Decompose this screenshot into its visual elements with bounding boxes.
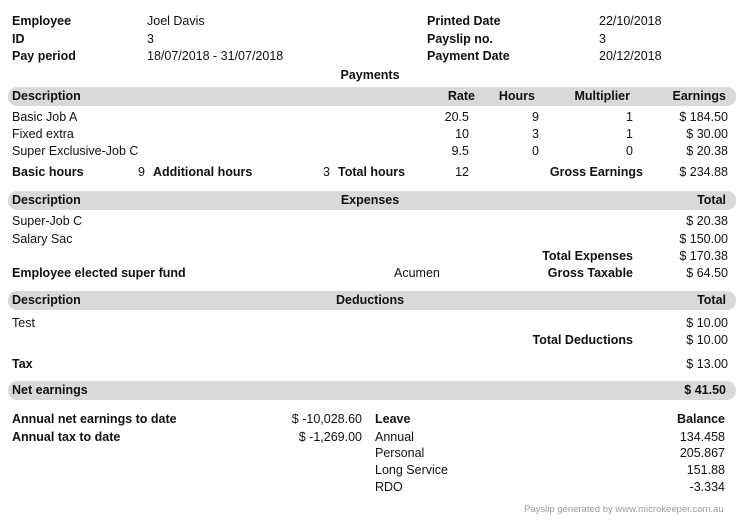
deductions-col-total: Total: [697, 293, 726, 307]
payment-multiplier: 0: [626, 144, 633, 158]
deduction-total: $ 10.00: [686, 316, 728, 330]
net-earnings-value: $ 41.50: [684, 383, 726, 397]
balance-label: Balance: [677, 412, 725, 426]
payslip-no-label: Payslip no.: [427, 32, 493, 46]
total-expenses-label: Total Expenses: [542, 249, 633, 263]
deduction-description: Test: [12, 316, 35, 330]
tax-label: Tax: [12, 357, 33, 371]
expense-description: Super-Job C: [12, 214, 83, 228]
total-deductions-label: Total Deductions: [532, 333, 633, 347]
deductions-col-description: Description: [12, 293, 81, 307]
total-hours-label: Total hours: [338, 165, 406, 179]
additional-hours-label: Additional hours: [153, 165, 253, 179]
printed-date-label: Printed Date: [427, 14, 501, 28]
payment-description: Super Exclusive-Job C: [12, 144, 139, 158]
employee-value: Joel Davis: [147, 14, 205, 28]
employee-label: Employee: [12, 14, 72, 28]
payment-multiplier: 1: [626, 110, 633, 124]
payment-rate: 9.5: [451, 144, 469, 158]
net-earnings-band: Net earnings $ 41.50: [8, 381, 736, 400]
leave-name: RDO: [375, 480, 403, 494]
tax-value: $ 13.00: [686, 357, 728, 371]
leave-name: Annual: [375, 430, 414, 444]
leave-balance: 134.458: [679, 430, 725, 444]
payment-rate: 10: [455, 127, 469, 141]
payments-title: Payments: [340, 68, 400, 82]
expenses-title: Expenses: [340, 193, 400, 207]
leave-name: Long Service: [375, 463, 448, 477]
payment-description: Fixed extra: [12, 127, 74, 141]
net-earnings-label: Net earnings: [12, 383, 88, 397]
payment-date-label: Payment Date: [427, 49, 510, 63]
payment-date-value: 20/12/2018: [599, 49, 662, 63]
payment-description: Basic Job A: [12, 110, 78, 124]
leave-name: Personal: [375, 446, 425, 460]
payments-col-description: Description: [12, 89, 81, 103]
deductions-header-band: Description Deductions Total: [8, 291, 736, 310]
annual-tax-value: $ -1,269.00: [298, 430, 362, 444]
total-deductions-value: $ 10.00: [686, 333, 728, 347]
leave-label: Leave: [375, 412, 411, 426]
payment-earnings: $ 20.38: [686, 144, 728, 158]
expenses-col-description: Description: [12, 193, 81, 207]
expense-description: Salary Sac: [12, 232, 73, 246]
gross-earnings-value: $ 234.88: [679, 165, 728, 179]
pay-period-value: 18/07/2018 - 31/07/2018: [147, 49, 284, 63]
pay-period-label: Pay period: [12, 49, 76, 63]
total-expenses-value: $ 170.38: [679, 249, 728, 263]
payslip-no-value: 3: [599, 32, 606, 46]
annual-net-earnings-value: $ -10,028.60: [291, 412, 362, 426]
super-fund-value: Acumen: [394, 266, 440, 280]
payments-header-band: Description Rate Hours Multiplier Earnin…: [8, 87, 736, 106]
annual-tax-label: Annual tax to date: [12, 430, 121, 444]
payment-earnings: $ 30.00: [686, 127, 728, 141]
payment-earnings: $ 184.50: [679, 110, 728, 124]
additional-hours-value: 3: [323, 165, 330, 179]
id-value: 3: [147, 32, 154, 46]
leave-balance: -3.334: [689, 480, 725, 494]
expenses-col-total: Total: [697, 193, 726, 207]
payments-col-multiplier: Multiplier: [574, 89, 630, 103]
expense-total: $ 150.00: [679, 232, 728, 246]
annual-net-earnings-label: Annual net earnings to date: [12, 412, 177, 426]
gross-taxable-label: Gross Taxable: [547, 266, 633, 280]
payments-col-rate: Rate: [447, 89, 475, 103]
expense-total: $ 20.38: [686, 214, 728, 228]
gross-taxable-value: $ 64.50: [686, 266, 728, 280]
basic-hours-label: Basic hours: [12, 165, 84, 179]
payments-col-hours: Hours: [498, 89, 535, 103]
super-fund-label: Employee elected super fund: [12, 266, 186, 280]
payment-rate: 20.5: [444, 110, 469, 124]
deductions-title: Deductions: [335, 293, 405, 307]
basic-hours-value: 9: [138, 165, 145, 179]
payments-col-earnings: Earnings: [672, 89, 727, 103]
gross-earnings-label: Gross Earnings: [549, 165, 643, 179]
payment-multiplier: 1: [626, 127, 633, 141]
payment-hours: 3: [532, 127, 539, 141]
leave-balance: 205.867: [679, 446, 725, 460]
printed-date-value: 22/10/2018: [599, 14, 662, 28]
payment-hours: 9: [532, 110, 539, 124]
leave-balance: 151.88: [686, 463, 725, 477]
expenses-header-band: Description Expenses Total: [8, 191, 736, 210]
payment-hours: 0: [532, 144, 539, 158]
footer-credit: Payslip generated by www.microkeeper.com…: [524, 504, 724, 515]
id-label: ID: [12, 32, 25, 46]
total-hours-value: 12: [455, 165, 469, 179]
